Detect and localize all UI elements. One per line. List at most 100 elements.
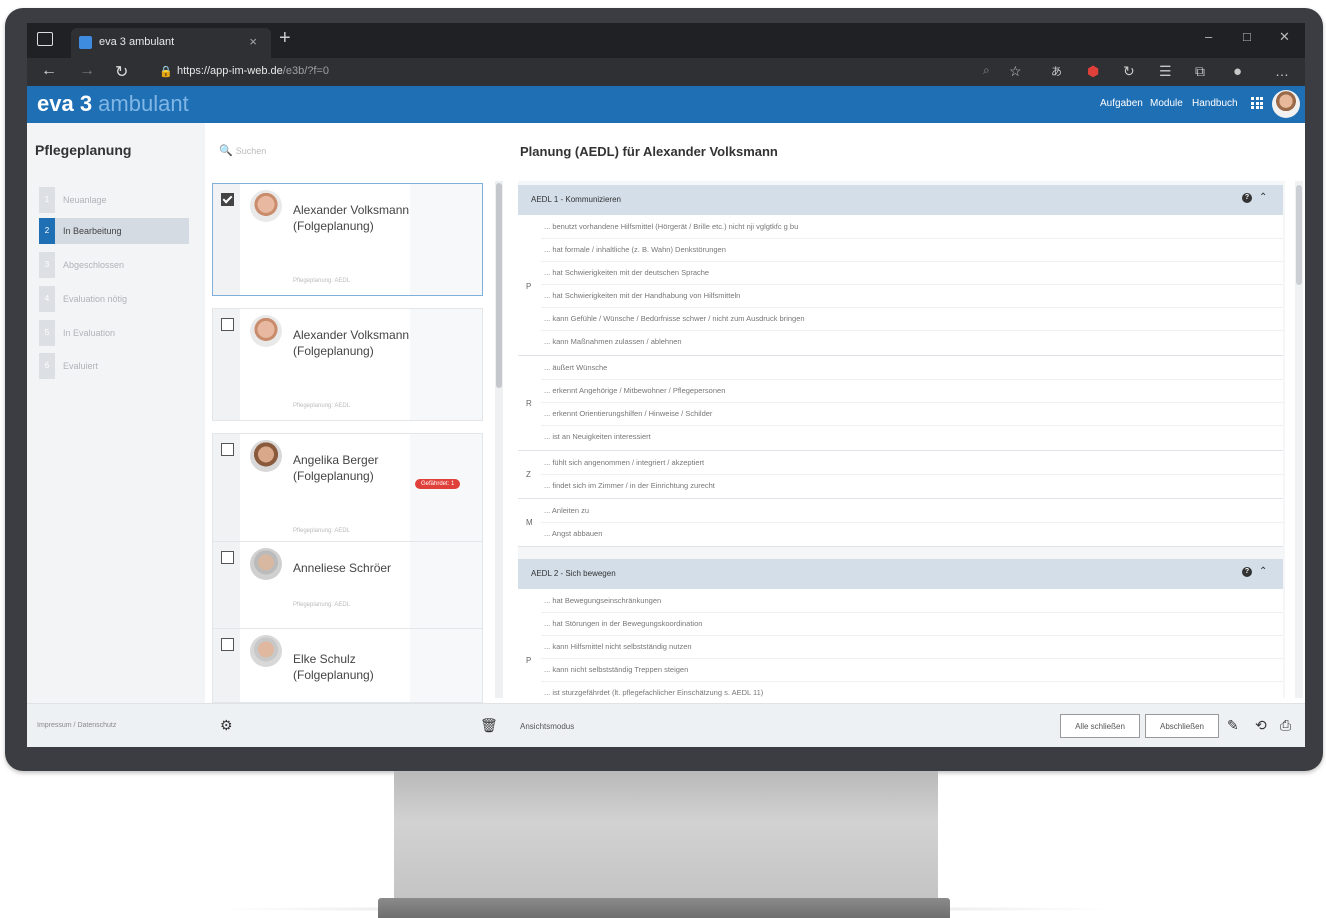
list-item[interactable]: ... Angst abbauen xyxy=(541,522,1283,545)
list-item[interactable]: ... hat formale / inhaltliche (z. B. Wah… xyxy=(541,238,1283,262)
patient-sub: Pflegeplanung: AEDL xyxy=(293,528,351,534)
step-evaluiert[interactable]: 6 Evaluiert xyxy=(39,353,189,379)
help-icon[interactable]: ? xyxy=(1242,567,1252,577)
brand-logo[interactable]: eva 3 ambulant xyxy=(37,91,189,117)
page-title: Pflegeplanung xyxy=(35,142,132,158)
history-icon[interactable]: ⟲ xyxy=(1255,717,1267,734)
apps-grid-icon[interactable] xyxy=(1251,97,1263,109)
zoom-icon[interactable]: ⌕ xyxy=(983,63,990,78)
close-window-button[interactable]: ✕ xyxy=(1279,29,1290,45)
settings-icon[interactable]: ⚙ xyxy=(220,717,233,734)
patient-checkbox[interactable] xyxy=(221,443,234,456)
section-header[interactable]: AEDL 1 - Kommunizieren ? ⌃ xyxy=(518,185,1283,215)
extension-shield-icon[interactable]: ⬢ xyxy=(1087,63,1099,80)
list-item[interactable]: ... findet sich im Zimmer / in der Einri… xyxy=(541,474,1283,497)
search-input[interactable]: 🔍 Suchen xyxy=(219,144,266,157)
favicon-icon xyxy=(79,36,92,49)
reload-icon[interactable]: ↻ xyxy=(115,62,128,82)
planning-panel: AEDL 1 - Kommunizieren ? ⌃ P ... benutzt… xyxy=(518,181,1285,698)
tab-close-icon[interactable]: × xyxy=(249,34,257,49)
view-mode-label[interactable]: Ansichtsmodus xyxy=(520,722,574,731)
group-r: R ... äußert Wünsche ... erkennt Angehör… xyxy=(518,356,1283,451)
profile-icon[interactable]: ● xyxy=(1233,63,1242,80)
favorites-list-icon[interactable]: ☰ xyxy=(1159,63,1172,80)
step-evaluation-noetig[interactable]: 4 Evaluation nötig xyxy=(39,286,189,312)
list-item[interactable]: ... kann Maßnahmen zulassen / ablehnen xyxy=(541,330,1283,353)
collapse-icon[interactable]: ⌃ xyxy=(1259,192,1267,203)
section-title: AEDL 1 - Kommunizieren xyxy=(531,195,621,204)
list-item[interactable]: ... Anleiten zu xyxy=(541,499,1283,523)
patient-card[interactable]: Angelika Berger (Folgeplanung) Pflegepla… xyxy=(212,433,483,546)
patient-checkbox[interactable] xyxy=(221,318,234,331)
patient-photo xyxy=(250,440,282,472)
minimize-button[interactable]: – xyxy=(1205,29,1212,44)
lock-icon[interactable]: 🔒 xyxy=(159,65,173,78)
step-abgeschlossen[interactable]: 3 Abgeschlossen xyxy=(39,252,189,278)
finish-button[interactable]: Abschließen xyxy=(1145,714,1219,738)
patient-card[interactable]: Alexander Volksmann (Folgeplanung) Pfleg… xyxy=(212,183,483,296)
list-item[interactable]: ... benutzt vorhandene Hilfsmittel (Hörg… xyxy=(541,215,1283,239)
url-field[interactable]: https://app-im-web.de/e3b/?f=0 xyxy=(177,65,329,77)
tab-title: eva 3 ambulant xyxy=(99,36,175,48)
section-title: AEDL 2 - Sich bewegen xyxy=(531,569,616,578)
list-item[interactable]: ... hat Schwierigkeiten mit der Handhabu… xyxy=(541,284,1283,308)
footer-link[interactable]: Impressum / Datenschutz xyxy=(37,722,116,729)
patient-card[interactable]: Elke Schulz (Folgeplanung) xyxy=(212,628,483,703)
list-item[interactable]: ... ist an Neuigkeiten interessiert xyxy=(541,425,1283,448)
list-scrollbar[interactable] xyxy=(495,181,503,698)
collapse-icon[interactable]: ⌃ xyxy=(1259,566,1267,577)
close-all-button[interactable]: Alle schließen xyxy=(1060,714,1140,738)
delete-icon[interactable]: 🗑 xyxy=(480,717,498,734)
monitor-foot xyxy=(378,898,950,918)
list-item[interactable]: ... erkennt Orientierungshilfen / Hinwei… xyxy=(541,402,1283,426)
tab-actions-icon[interactable] xyxy=(37,32,53,46)
help-icon[interactable]: ? xyxy=(1242,193,1252,203)
maximize-button[interactable]: □ xyxy=(1243,29,1251,44)
list-item[interactable]: ... äußert Wünsche xyxy=(541,356,1283,380)
step-in-bearbeitung[interactable]: 2 In Bearbeitung xyxy=(39,218,189,244)
patient-name: Alexander Volksmann (Folgeplanung) xyxy=(293,203,410,233)
list-item[interactable]: ... hat Schwierigkeiten mit der deutsche… xyxy=(541,261,1283,285)
edit-icon[interactable]: ✎ xyxy=(1227,717,1239,734)
list-item[interactable]: ... hat Störungen in der Bewegungskoordi… xyxy=(541,612,1283,636)
user-avatar[interactable] xyxy=(1272,90,1300,118)
forward-icon[interactable]: → xyxy=(79,62,95,80)
planning-scrollbar[interactable] xyxy=(1295,181,1303,698)
step-neuanlage[interactable]: 1 Neuanlage xyxy=(39,187,189,213)
patient-photo xyxy=(250,548,282,580)
patient-checkbox[interactable] xyxy=(221,638,234,651)
list-item[interactable]: ... hat Bewegungseinschränkungen xyxy=(541,589,1283,613)
collections-icon[interactable]: ⧉ xyxy=(1195,63,1205,80)
patient-checkbox[interactable] xyxy=(221,551,234,564)
list-item[interactable]: ... kann Hilfsmittel nicht selbstständig… xyxy=(541,635,1283,659)
nav-handbuch[interactable]: Handbuch xyxy=(1192,98,1238,109)
list-item[interactable]: ... ist sturzgefährdet (lt. pflegefachli… xyxy=(541,681,1283,698)
section-header[interactable]: AEDL 2 - Sich bewegen ? ⌃ xyxy=(518,559,1283,589)
patient-sub: Pflegeplanung: AEDL xyxy=(293,278,351,284)
patient-name: Elke Schulz (Folgeplanung) xyxy=(293,652,374,682)
browser-tab[interactable]: eva 3 ambulant × xyxy=(71,28,271,58)
more-menu-icon[interactable]: … xyxy=(1275,63,1289,79)
patient-photo xyxy=(250,190,282,222)
list-item[interactable]: ... kann nicht selbstständig Treppen ste… xyxy=(541,658,1283,682)
new-tab-button[interactable]: + xyxy=(279,27,291,50)
list-item[interactable]: ... kann Gefühle / Wünsche / Bedürfnisse… xyxy=(541,307,1283,331)
list-item[interactable]: ... erkennt Angehörige / Mitbewohner / P… xyxy=(541,379,1283,403)
bottom-toolbar: Impressum / Datenschutz ⚙ 🗑 Ansichtsmodu… xyxy=(27,703,1305,747)
patient-card[interactable]: Alexander Volksmann (Folgeplanung) Pfleg… xyxy=(212,308,483,421)
print-icon[interactable]: ⎙ xyxy=(1280,717,1291,734)
patient-checkbox[interactable] xyxy=(221,193,234,206)
favorite-icon[interactable]: ☆ xyxy=(1009,63,1022,80)
screen: eva 3 ambulant × + – □ ✕ ← → ↻ 🔒 https:/… xyxy=(27,23,1305,747)
refresh-extension-icon[interactable]: ↻ xyxy=(1123,63,1135,80)
nav-aufgaben[interactable]: Aufgaben xyxy=(1100,98,1143,109)
step-in-evaluation[interactable]: 5 In Evaluation xyxy=(39,320,189,346)
list-item[interactable]: ... fühlt sich angenommen / integriert /… xyxy=(541,451,1283,475)
planning-title: Planung (AEDL) für Alexander Volksmann xyxy=(520,144,778,159)
nav-module[interactable]: Module xyxy=(1150,98,1183,109)
translate-icon[interactable]: あ xyxy=(1051,63,1062,79)
app-header: eva 3 ambulant Aufgaben Module Handbuch xyxy=(27,86,1305,123)
back-icon[interactable]: ← xyxy=(41,62,57,80)
address-bar: ← → ↻ 🔒 https://app-im-web.de/e3b/?f=0 ⌕… xyxy=(27,58,1305,86)
group-z: Z ... fühlt sich angenommen / integriert… xyxy=(518,451,1283,499)
